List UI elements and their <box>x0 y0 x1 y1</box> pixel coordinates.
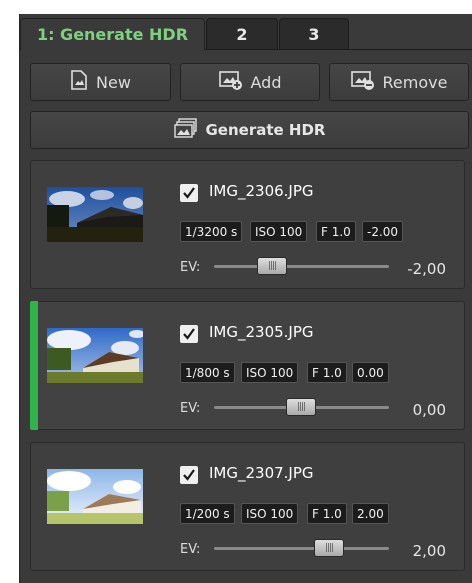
tab-label: 3 <box>308 24 320 44</box>
thumbnail-image <box>47 469 143 524</box>
aperture-badge: F 1.0 <box>307 503 347 524</box>
selection-indicator <box>30 301 38 430</box>
exposure-badge: -2.00 <box>362 221 404 242</box>
checkmark-icon <box>183 187 195 199</box>
ev-slider-track[interactable] <box>214 547 389 550</box>
hdr-panel: 1: Generate HDR 2 3 New Add Remove Gener… <box>19 14 472 583</box>
image-filename: IMG_2306.JPG <box>209 182 314 200</box>
add-image-icon <box>218 70 243 94</box>
slider-grip-icon: |||| <box>324 543 334 553</box>
remove-image-icon <box>350 70 375 94</box>
image-card[interactable]: IMG_2307.JPG 1/200 s ISO 100 F 1.0 2.00 … <box>30 442 465 571</box>
slider-grip-icon: |||| <box>267 261 277 271</box>
include-checkbox[interactable] <box>180 184 198 202</box>
remove-button-label: Remove <box>382 72 448 92</box>
ev-label: EV: <box>180 542 201 557</box>
include-checkbox[interactable] <box>180 466 198 484</box>
tab-divider <box>204 49 472 50</box>
image-card[interactable]: IMG_2306.JPG 1/3200 s ISO 100 F 1.0 -2.0… <box>30 160 465 289</box>
exposure-badge: 2.00 <box>352 503 389 524</box>
checkmark-icon <box>183 328 195 340</box>
thumbnail-image <box>47 187 143 242</box>
ev-slider-handle[interactable]: |||| <box>286 398 316 416</box>
checkmark-icon <box>183 469 195 481</box>
aperture-badge: F 1.0 <box>316 221 356 242</box>
add-button-label: Add <box>250 72 282 92</box>
ev-slider-handle[interactable]: |||| <box>314 539 344 557</box>
generate-hdr-button[interactable]: Generate HDR <box>30 111 469 149</box>
new-button-label: New <box>96 72 131 92</box>
iso-badge: ISO 100 <box>241 503 299 524</box>
tab-label: 2 <box>236 24 248 44</box>
tab-generate-hdr[interactable]: 1: Generate HDR <box>20 18 205 50</box>
add-button[interactable]: Add <box>180 63 320 101</box>
ev-slider-track[interactable] <box>214 265 389 268</box>
iso-badge: ISO 100 <box>241 362 299 383</box>
image-card[interactable]: IMG_2305.JPG 1/800 s ISO 100 F 1.0 0.00 … <box>30 301 465 430</box>
aperture-badge: F 1.0 <box>307 362 347 383</box>
new-button[interactable]: New <box>30 63 171 101</box>
new-image-icon <box>70 70 88 94</box>
slider-grip-icon: |||| <box>296 402 306 412</box>
remove-button[interactable]: Remove <box>329 63 469 101</box>
ev-label: EV: <box>180 401 201 416</box>
ev-slider-handle[interactable]: |||| <box>257 257 287 275</box>
image-filename: IMG_2305.JPG <box>209 323 314 341</box>
shutter-badge: 1/3200 s <box>180 221 243 242</box>
iso-badge: ISO 100 <box>250 221 308 242</box>
exposure-badge: 0.00 <box>352 362 389 383</box>
ev-value: 0,00 <box>412 401 446 419</box>
shutter-badge: 1/200 s <box>180 503 235 524</box>
tab-label: 1: Generate HDR <box>36 25 189 44</box>
ev-value: 2,00 <box>412 542 446 560</box>
image-filename: IMG_2307.JPG <box>209 464 314 482</box>
tab-2[interactable]: 2 <box>206 18 278 49</box>
shutter-badge: 1/800 s <box>180 362 235 383</box>
generate-hdr-icon <box>173 118 198 142</box>
ev-value: -2,00 <box>407 260 446 278</box>
generate-hdr-label: Generate HDR <box>205 121 326 139</box>
thumbnail-image <box>47 328 143 383</box>
ev-label: EV: <box>180 260 201 275</box>
tab-3[interactable]: 3 <box>279 18 349 49</box>
include-checkbox[interactable] <box>180 325 198 343</box>
